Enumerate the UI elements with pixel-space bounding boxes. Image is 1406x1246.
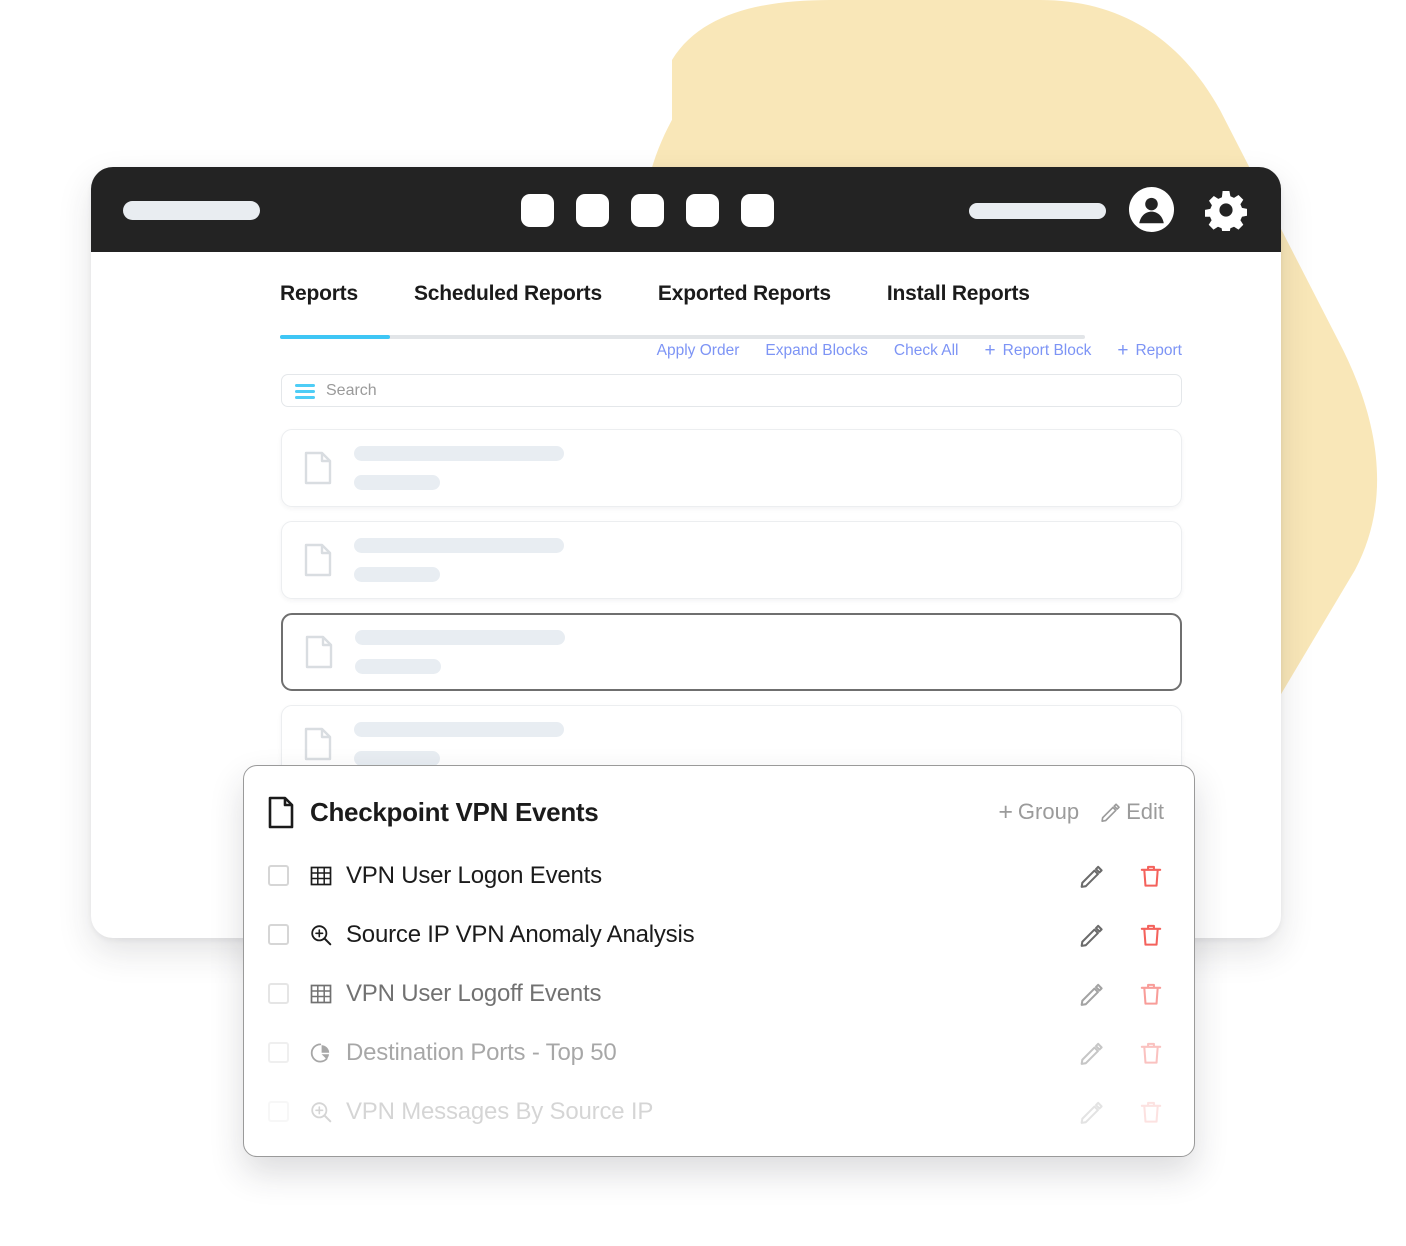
pencil-icon[interactable] [1078,863,1104,889]
pencil-icon[interactable] [1078,981,1104,1007]
table-grid-icon [310,866,332,885]
search-row: Search [91,360,1281,407]
card-header-actions: + Group Edit [998,799,1164,825]
add-report-label: Report [1135,341,1182,359]
filter-lines-icon[interactable] [295,384,315,399]
screenshot-stage: Reports Scheduled Reports Exported Repor… [0,0,1406,1246]
item-label: Source IP VPN Anomaly Analysis [346,920,695,948]
user-avatar-icon[interactable] [1128,186,1175,233]
search-placeholder: Search [326,381,377,399]
add-group-button[interactable]: + Group [998,799,1079,825]
card-list-item[interactable]: VPN Messages By Source IP [268,1082,1164,1141]
magnify-plus-icon [311,924,332,945]
trash-icon[interactable] [1138,1040,1164,1066]
skeleton-bar-title [354,722,564,737]
card-list-item[interactable]: Destination Ports - Top 50 [268,1023,1164,1082]
pencil-icon[interactable] [1078,1099,1104,1125]
item-tools [1078,863,1164,889]
tabs-bar: Reports Scheduled Reports Exported Repor… [91,252,1281,339]
item-tools [1078,1040,1164,1066]
item-label: Destination Ports - Top 50 [346,1038,617,1066]
item-checkbox[interactable] [268,983,289,1004]
plus-icon: + [1117,340,1129,361]
report-list-item[interactable] [281,521,1182,599]
tab-square-1[interactable] [521,194,554,227]
tab-square-2[interactable] [576,194,609,227]
address-pill[interactable] [123,201,260,220]
item-tools [1078,922,1164,948]
url-pill[interactable] [969,203,1106,219]
trash-icon[interactable] [1138,863,1164,889]
pie-chart-icon [310,1043,330,1063]
report-list-item[interactable] [281,429,1182,507]
skeleton-bar-title [355,630,565,645]
document-icon [305,635,333,669]
tab-install-reports[interactable]: Install Reports [887,282,1030,323]
card-item-list: VPN User Logon Events Source IP VPN Anom… [268,846,1164,1141]
apply-order-link[interactable]: Apply Order [657,342,740,360]
tabs-divider [280,335,1085,339]
item-checkbox[interactable] [268,865,289,886]
edit-card-label: Edit [1126,799,1164,824]
item-label: VPN Messages By Source IP [346,1097,654,1125]
trash-icon[interactable] [1138,981,1164,1007]
report-list [91,407,1281,783]
check-all-label: Check All [893,341,959,359]
skeleton-bar-title [354,538,564,553]
card-list-item[interactable]: VPN User Logon Events [268,846,1164,905]
item-label: VPN User Logoff Events [346,979,602,1007]
edit-card-button[interactable]: Edit [1099,799,1164,825]
expand-blocks-label: Expand Blocks [765,341,868,359]
card-list-item[interactable]: Source IP VPN Anomaly Analysis [268,905,1164,964]
toolbar-actions: Apply Order Expand Blocks Check All + Re… [91,323,1281,360]
tab-square-5[interactable] [741,194,774,227]
item-label: VPN User Logon Events [346,861,602,889]
document-icon [304,727,332,761]
apply-order-label: Apply Order [656,341,740,359]
report-block-card: Checkpoint VPN Events + Group Edit VPN U… [243,765,1195,1157]
tab-reports[interactable]: Reports [280,282,358,323]
skeleton-bar-subtitle [354,751,440,766]
item-checkbox[interactable] [268,924,289,945]
tab-exported-reports[interactable]: Exported Reports [658,282,831,323]
titlebar-tab-squares [521,194,774,227]
item-tools [1078,981,1164,1007]
item-checkbox[interactable] [268,1042,289,1063]
tab-square-3[interactable] [631,194,664,227]
trash-icon[interactable] [1138,922,1164,948]
document-icon [304,543,332,577]
browser-titlebar [91,167,1281,252]
check-all-link[interactable]: Check All [894,342,959,360]
tab-square-4[interactable] [686,194,719,227]
tab-scheduled-reports[interactable]: Scheduled Reports [414,282,602,323]
item-checkbox[interactable] [268,1101,289,1122]
gear-icon[interactable] [1205,189,1247,231]
add-report-block-label: Report Block [1002,341,1092,359]
skeleton-bar-subtitle [354,475,440,490]
skeleton-bar-subtitle [355,659,441,674]
table-grid-icon [310,984,332,1003]
document-icon [268,796,294,828]
pencil-icon [1101,803,1120,822]
tab-active-indicator [280,335,390,339]
document-icon [304,451,332,485]
pencil-icon[interactable] [1078,1040,1104,1066]
pencil-icon[interactable] [1078,922,1104,948]
expand-blocks-link[interactable]: Expand Blocks [765,342,868,360]
card-header: Checkpoint VPN Events + Group Edit [268,792,1164,832]
card-title: Checkpoint VPN Events [310,796,599,827]
report-list-item-selected[interactable] [281,613,1182,691]
card-list-item[interactable]: VPN User Logoff Events [268,964,1164,1023]
add-report-block-link[interactable]: + Report Block [985,341,1092,360]
add-group-label: Group [1017,799,1080,824]
search-input[interactable]: Search [281,374,1182,407]
trash-icon[interactable] [1138,1099,1164,1125]
magnify-plus-icon [311,1101,332,1122]
add-report-link[interactable]: + Report [1117,341,1182,360]
item-tools [1078,1099,1164,1125]
plus-icon: + [998,797,1013,826]
skeleton-bar-subtitle [354,567,440,582]
skeleton-bar-title [354,446,564,461]
plus-icon: + [984,340,996,361]
